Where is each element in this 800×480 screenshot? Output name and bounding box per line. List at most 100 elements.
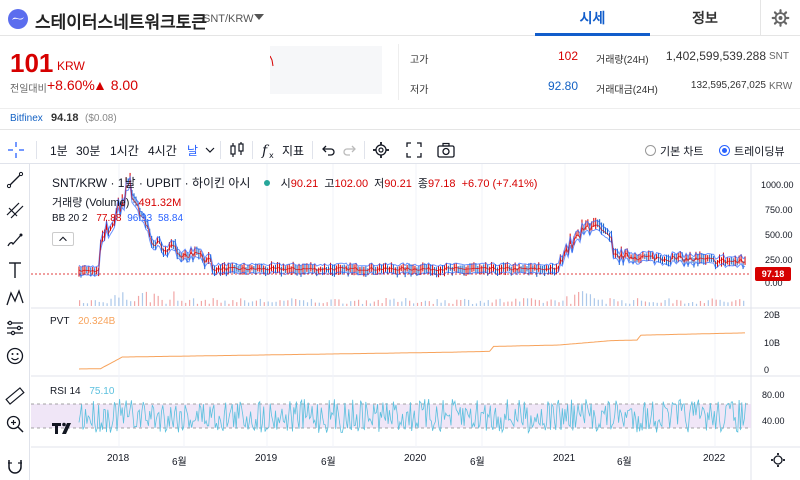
volume-bar [597, 299, 599, 306]
interval-1h[interactable]: 1시간 [110, 142, 139, 159]
toolbar-divider [252, 141, 253, 159]
axis-settings-icon[interactable] [766, 450, 790, 470]
fib-tools-icon[interactable] [5, 200, 25, 220]
last-price-tag: 97.18 [755, 267, 791, 281]
interval-30m[interactable]: 30분 [76, 142, 100, 159]
volume-legend: 거래량 (Volume) 491.32M [52, 194, 181, 210]
legend-close: 97.18 [428, 178, 456, 190]
main-legend: SNT/KRW · 1날 · UPBIT · 하이킨 아시 시90.21 고10… [52, 174, 537, 191]
pvt-legend-label: PVT [50, 316, 70, 327]
settings-gear-icon[interactable] [760, 0, 800, 36]
volume-bar [680, 300, 682, 306]
volume-bar [684, 303, 686, 306]
measure-tool-icon[interactable] [5, 318, 25, 338]
basic-chart-radio[interactable] [645, 145, 656, 156]
crosshair-icon[interactable] [6, 140, 26, 160]
price-axis-label: 500.00 [765, 230, 793, 240]
indicator-fx-icon[interactable]: f x [260, 140, 280, 160]
text-tool-icon[interactable] [5, 260, 25, 280]
pair-dropdown-icon[interactable] [254, 14, 264, 20]
bitfinex-label[interactable]: Bitfinex [10, 113, 43, 124]
volume-bar [106, 303, 108, 306]
volume-bar [310, 298, 313, 306]
volume-bar [491, 302, 493, 306]
pattern-tool-icon[interactable] [5, 288, 25, 308]
volume-bar [102, 302, 104, 306]
volume-bar [130, 301, 132, 306]
candle-type-icon[interactable] [227, 140, 247, 160]
rsi-legend: RSI 14 75.10 [50, 386, 114, 397]
volume-bar [495, 299, 497, 306]
volume-bar [365, 300, 368, 306]
chart-settings-icon[interactable] [371, 140, 391, 160]
volume-bar [334, 299, 336, 306]
volume-bar [644, 301, 647, 306]
volume-bar [460, 299, 462, 306]
volume-bar [263, 302, 265, 306]
volume-bar [625, 303, 627, 306]
volume-bar [570, 303, 572, 306]
undo-icon[interactable] [318, 140, 338, 160]
interval-day[interactable]: 날 [187, 142, 198, 159]
redo-icon[interactable] [340, 140, 360, 160]
volume-bar [361, 303, 364, 306]
volume-bar [126, 299, 128, 306]
volume-bar [523, 298, 525, 306]
brush-icon[interactable] [5, 230, 25, 250]
volume-bar [688, 303, 690, 306]
current-price: 101 [10, 48, 54, 78]
chart-toolbar: 1분 30분 1시간 4시간 날 f x 지표 기본 차트 트레이딩뷰 [0, 136, 800, 164]
volume-bar [601, 299, 603, 306]
tradingview-label[interactable]: 트레이딩뷰 [734, 143, 785, 159]
zoom-in-icon[interactable] [5, 414, 25, 434]
interval-1m[interactable]: 1분 [50, 142, 68, 159]
volume-legend-label: 거래량 (Volume) [52, 197, 130, 209]
volume-bar [416, 302, 419, 306]
volume-bar [440, 302, 442, 306]
change-label: 전일대비 [10, 84, 47, 95]
toolbar-divider [312, 141, 313, 159]
volume-bar [413, 303, 415, 306]
magnet-icon[interactable] [5, 456, 25, 476]
volume-bar [526, 298, 529, 306]
interval-4h[interactable]: 4시간 [148, 142, 177, 159]
pvt-axis-label: 10B [764, 338, 781, 348]
change-percent: +8.60% [47, 77, 95, 93]
interval-dropdown-icon[interactable] [204, 142, 216, 158]
volume-bar [90, 300, 92, 306]
volume-bar [134, 301, 136, 306]
volume-bar [672, 303, 674, 306]
volume-bar [640, 300, 643, 306]
volume-bar [550, 299, 552, 306]
coin-logo-icon [8, 9, 28, 29]
turnover-unit: KRW [769, 81, 793, 92]
volume-bar [444, 300, 446, 306]
toolbar-divider [220, 141, 221, 159]
volume-bar [247, 302, 250, 306]
fullscreen-icon[interactable] [404, 140, 424, 160]
volume-bar [346, 303, 348, 306]
volume-bar [369, 303, 371, 306]
tradingview-chart[interactable] [31, 164, 800, 480]
bb-lower-value: 58.84 [158, 213, 184, 224]
volume-bar [452, 303, 454, 306]
tradingview-radio[interactable] [719, 145, 730, 156]
indicator-button[interactable]: 지표 [282, 142, 304, 159]
volume-bar [318, 302, 320, 306]
ruler-icon[interactable] [5, 386, 25, 406]
collapse-legend-icon[interactable] [52, 232, 74, 246]
trendline-icon[interactable] [5, 170, 25, 190]
emoji-icon[interactable] [5, 346, 25, 366]
basic-chart-label[interactable]: 기본 차트 [660, 143, 704, 159]
volume-bar [456, 299, 458, 306]
volume-unit: SNT [769, 51, 789, 62]
turnover-label: 거래대금(24H) [596, 85, 658, 96]
coin-pair[interactable]: SNT/KRW [203, 13, 254, 25]
tab-quote[interactable]: 시세 [535, 0, 650, 36]
snapshot-camera-icon[interactable] [436, 140, 456, 160]
volume-bar [240, 298, 242, 306]
volume-bar [86, 303, 89, 306]
volume-bar [530, 298, 533, 306]
legend-symbol: SNT/KRW · 1날 · UPBIT · 하이킨 아시 [52, 176, 251, 190]
tab-info[interactable]: 정보 [650, 0, 760, 36]
